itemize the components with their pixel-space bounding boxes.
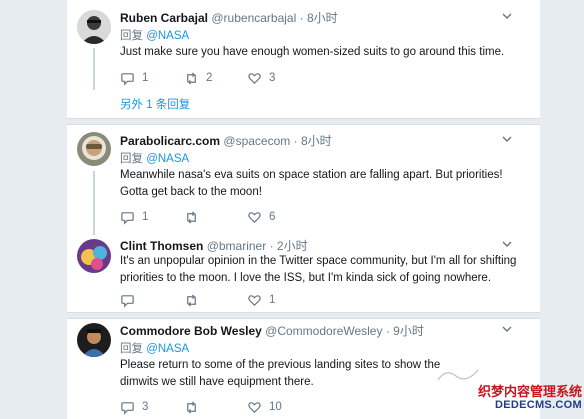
tweet-actions: 3 10 xyxy=(120,399,520,415)
chevron-down-icon[interactable] xyxy=(501,10,513,22)
like-count: 6 xyxy=(269,211,276,223)
retweet-button[interactable] xyxy=(184,292,206,308)
tweet-header: Commodore Bob Wesley @CommodoreWesley · … xyxy=(120,322,424,339)
heart-icon xyxy=(248,211,261,223)
retweet-icon xyxy=(187,400,196,414)
tweet-header: Ruben Carbajal @rubencarbajal · 8小时 xyxy=(120,9,338,26)
tweet-clint-thomsen[interactable]: Clint Thomsen @bmariner · 2小时 It's an un… xyxy=(67,235,540,312)
heart-icon xyxy=(248,401,261,413)
reply-button[interactable]: 1 xyxy=(120,70,148,86)
watermark-domain: DEDECMS.COM xyxy=(494,399,582,411)
reply-icon xyxy=(121,401,134,415)
timestamp[interactable]: · 2小时 xyxy=(270,239,308,253)
chevron-down-icon[interactable] xyxy=(501,238,513,250)
retweet-button[interactable] xyxy=(184,399,206,415)
heart-icon xyxy=(248,294,261,306)
retweet-icon xyxy=(187,293,196,307)
chevron-down-icon[interactable] xyxy=(501,133,513,145)
like-count: 1 xyxy=(269,294,276,306)
replying-to: 回复 @NASA xyxy=(120,150,189,166)
like-count: 10 xyxy=(269,401,282,413)
author-name[interactable]: Parabolicarc.com xyxy=(120,134,220,148)
author-name[interactable]: Ruben Carbajal xyxy=(120,11,208,25)
mention-link[interactable]: @NASA xyxy=(146,30,189,42)
reply-icon xyxy=(121,72,134,86)
tweet-header: Clint Thomsen @bmariner · 2小时 xyxy=(120,237,308,254)
reply-button[interactable]: 1 xyxy=(120,209,148,225)
retweet-count: 2 xyxy=(206,72,213,84)
divider xyxy=(67,312,540,319)
author-name[interactable]: Clint Thomsen xyxy=(120,239,203,253)
reply-prefix: 回复 xyxy=(120,153,147,165)
retweet-button[interactable]: 2 xyxy=(184,70,212,86)
timestamp[interactable]: · 8小时 xyxy=(300,11,338,25)
mention-link[interactable]: @NASA xyxy=(146,343,189,355)
like-button[interactable]: 3 xyxy=(247,70,275,86)
reply-prefix: 回复 xyxy=(120,30,147,42)
avatar[interactable] xyxy=(77,323,111,357)
timestamp[interactable]: · 8小时 xyxy=(294,134,332,148)
like-button[interactable]: 10 xyxy=(247,399,282,415)
retweet-icon xyxy=(187,71,196,85)
replying-to: 回复 @NASA xyxy=(120,27,189,43)
tweet-text: It's an unpopular opinion in the Twitter… xyxy=(120,255,517,284)
avatar[interactable] xyxy=(77,239,111,273)
tweet-ruben-carbajal[interactable]: Ruben Carbajal @rubencarbajal · 8小时 回复 @… xyxy=(67,0,540,118)
tweet-actions: 1 2 3 xyxy=(120,70,520,86)
reply-prefix: 回复 xyxy=(120,343,147,355)
tweet-header: Parabolicarc.com @spacecom · 8小时 xyxy=(120,132,332,149)
reply-count: 3 xyxy=(142,401,149,413)
author-handle[interactable]: @rubencarbajal xyxy=(211,11,296,25)
heart-icon xyxy=(248,72,261,84)
tweet-text: Meanwhile nasa's eva suits on space stat… xyxy=(120,169,503,198)
like-button[interactable]: 6 xyxy=(247,209,275,225)
replying-to: 回复 @NASA xyxy=(120,340,189,356)
more-replies-link[interactable]: 另外 1 条回复 xyxy=(120,96,190,112)
retweet-button[interactable] xyxy=(184,209,206,225)
thread-line xyxy=(93,48,95,90)
reply-button[interactable]: 3 xyxy=(120,399,148,415)
tweet-actions: 1 xyxy=(120,292,520,308)
tweet-text: Please return to some of the previous la… xyxy=(120,359,441,388)
timestamp[interactable]: · 9小时 xyxy=(386,324,424,338)
watermark: 织梦内容管理系统 DEDECMS.COM xyxy=(474,381,582,417)
retweet-icon xyxy=(187,210,196,224)
like-count: 3 xyxy=(269,72,276,84)
mention-link[interactable]: @NASA xyxy=(146,153,189,165)
tweet-parabolicarc[interactable]: Parabolicarc.com @spacecom · 8小时 回复 @NAS… xyxy=(67,125,540,235)
reply-button[interactable] xyxy=(120,292,142,308)
watermark-title: 织梦内容管理系统 xyxy=(477,384,582,399)
reply-feed: Ruben Carbajal @rubencarbajal · 8小时 回复 @… xyxy=(67,0,540,419)
avatar[interactable] xyxy=(77,132,111,166)
thread-line xyxy=(93,171,95,235)
avatar[interactable] xyxy=(77,10,111,44)
reply-icon xyxy=(121,294,134,308)
author-handle[interactable]: @spacecom xyxy=(223,134,290,148)
chevron-down-icon[interactable] xyxy=(501,323,513,335)
tweet-text: Just make sure you have enough women-siz… xyxy=(120,46,505,58)
author-handle[interactable]: @CommodoreWesley xyxy=(265,324,382,338)
author-handle[interactable]: @bmariner xyxy=(207,239,267,253)
divider xyxy=(67,118,540,125)
author-name[interactable]: Commodore Bob Wesley xyxy=(120,324,262,338)
like-button[interactable]: 1 xyxy=(247,292,275,308)
reply-icon xyxy=(121,211,134,225)
reply-count: 1 xyxy=(142,72,149,84)
reply-count: 1 xyxy=(142,211,149,223)
tweet-actions: 1 6 xyxy=(120,209,520,225)
